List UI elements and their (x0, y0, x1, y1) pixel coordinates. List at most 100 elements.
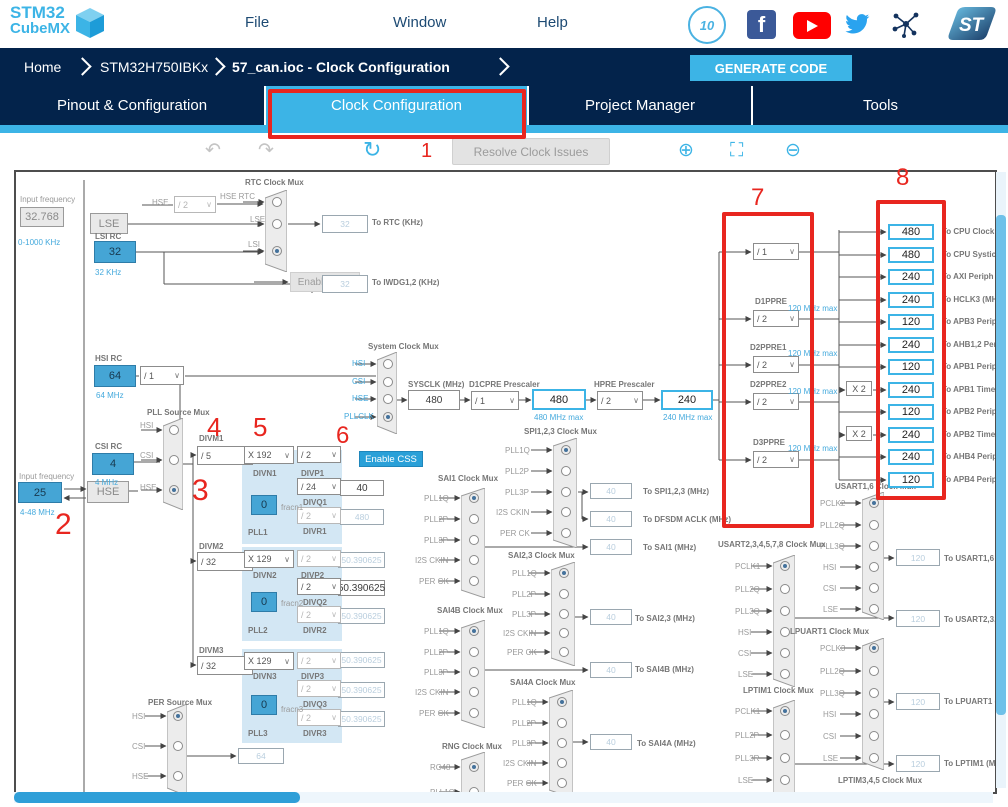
undo-icon[interactable]: ↶ (205, 141, 221, 160)
breadcrumb-item[interactable]: 57_can.ioc - Clock Configuration (232, 59, 450, 75)
tab-project-manager[interactable]: Project Manager (529, 86, 751, 125)
sai4b-clock-mux-option[interactable] (469, 708, 479, 718)
sai1-freq[interactable]: 40 (590, 539, 632, 555)
sai4b-clock-mux-option[interactable] (469, 626, 479, 636)
sai4b-clock-mux-option[interactable] (469, 647, 479, 657)
menu-help[interactable]: Help (537, 14, 568, 31)
redo-icon[interactable]: ↷ (258, 141, 274, 160)
fit-screen-icon[interactable]: ⛶ (730, 141, 743, 160)
spi123-clock-mux-option[interactable] (561, 445, 571, 455)
divp3-dropdown[interactable]: / 2 ∨ (297, 652, 341, 669)
ten-years-badge-icon[interactable]: 10 (688, 6, 726, 44)
divq3-out[interactable]: 50.390625 (338, 682, 385, 698)
system-clock-mux-option[interactable] (383, 412, 393, 422)
hpre-dropdown[interactable]: / 2 ∨ (597, 391, 643, 410)
sysclk-value[interactable]: 480 (408, 390, 460, 410)
system-clock-mux-option[interactable] (383, 377, 393, 387)
refresh-icon[interactable]: ↻ (363, 139, 381, 161)
lptim1-clock-mux-option[interactable] (780, 706, 790, 716)
usart2345678-clock-mux-option[interactable] (780, 627, 790, 637)
output-value-box[interactable]: 480 (888, 224, 934, 240)
st-logo-icon[interactable]: ST (936, 2, 1000, 46)
lpuart1-clock-mux-option[interactable] (869, 731, 879, 741)
breadcrumb-item[interactable]: Home (24, 59, 61, 75)
input-frequency-rtc[interactable]: 32.768 (20, 207, 64, 227)
rtc-hse-div-dropdown[interactable]: / 2 ∨ (174, 196, 216, 213)
lpuart1-clock-mux-option[interactable] (869, 643, 879, 653)
usart16-freq[interactable]: 120 (896, 549, 940, 566)
sai4b-clock-mux-option[interactable] (469, 667, 479, 677)
output-value-box[interactable]: 480 (888, 247, 934, 263)
twitter-icon[interactable] (842, 9, 874, 39)
enable-css-hse-button[interactable]: Enable CSS (359, 451, 423, 467)
sai4a-clock-mux-option[interactable] (557, 718, 567, 728)
per-source-mux-option[interactable] (173, 711, 183, 721)
hsi-div-dropdown[interactable]: / 1 ∨ (140, 366, 184, 385)
per-source-mux-option[interactable] (173, 741, 183, 751)
usart16-clock-mux-option[interactable] (869, 541, 879, 551)
d1cpre-out[interactable]: 480 (532, 389, 586, 410)
divr2-out[interactable]: 50.390625 (338, 608, 385, 624)
iwdg-freq[interactable]: 32 (322, 275, 368, 293)
divr2-dropdown[interactable]: / 2 ∨ (297, 606, 341, 623)
output-value-box[interactable]: 240 (888, 292, 934, 308)
output-value-box[interactable]: 240 (888, 449, 934, 465)
sai4a-clock-mux-option[interactable] (557, 738, 567, 748)
rtc-clock-mux-option[interactable] (272, 219, 282, 229)
sai23-clock-mux-option[interactable] (559, 609, 569, 619)
lsi-rc-value[interactable]: 32 (94, 241, 136, 263)
lpuart1-clock-mux-option[interactable] (869, 688, 879, 698)
apb2-timer-x2[interactable]: X 2 (846, 426, 872, 441)
per-source-mux-option[interactable] (173, 771, 183, 781)
sai1-clock-mux-option[interactable] (469, 576, 479, 586)
divn2-dropdown[interactable]: X 129 ∨ (244, 550, 294, 568)
divp1-dropdown[interactable]: / 2 ∨ (297, 446, 341, 463)
menu-window[interactable]: Window (393, 14, 446, 31)
usart2345678-clock-mux-option[interactable] (780, 606, 790, 616)
divq1-dropdown[interactable]: / 24 ∨ (297, 478, 341, 495)
usart2345678-clock-mux-option[interactable] (780, 648, 790, 658)
lpuart1-clock-mux-option[interactable] (869, 666, 879, 676)
fracn2-value[interactable]: 0 (251, 592, 277, 612)
spi123-clock-mux-option[interactable] (561, 507, 571, 517)
usart2345678-clock-mux-option[interactable] (780, 561, 790, 571)
facebook-icon[interactable]: f (747, 10, 776, 39)
sai23-clock-mux-option[interactable] (559, 568, 569, 578)
menu-file[interactable]: File (245, 14, 269, 31)
lptim1-clock-mux-option[interactable] (780, 753, 790, 763)
sai4a-clock-mux-option[interactable] (557, 697, 567, 707)
vertical-scrollbar-thumb[interactable] (996, 215, 1006, 715)
d1cpre-dropdown[interactable]: / 1 ∨ (471, 391, 519, 410)
traceclk-div-dropdown[interactable]: / 1 ∨ (753, 243, 799, 260)
lpuart1-clock-mux-option[interactable] (869, 753, 879, 763)
hsi-rc-value[interactable]: 64 (94, 365, 136, 387)
output-value-box[interactable]: 240 (888, 269, 934, 285)
usart16-clock-mux-option[interactable] (869, 498, 879, 508)
spi123-clock-mux-option[interactable] (561, 528, 571, 538)
usart2-freq[interactable]: 120 (896, 610, 940, 627)
csi-rc-value[interactable]: 4 (92, 453, 134, 475)
sai1-clock-mux-option[interactable] (469, 493, 479, 503)
lptim1-clock-mux-option[interactable] (780, 730, 790, 740)
sai1-clock-mux-option[interactable] (469, 535, 479, 545)
pll-source-mux-option[interactable] (169, 485, 179, 495)
divq1-out[interactable]: 40 (340, 480, 384, 496)
output-value-box[interactable]: 120 (888, 472, 934, 488)
usart2345678-clock-mux-option[interactable] (780, 669, 790, 679)
horizontal-scrollbar-thumb[interactable] (14, 792, 300, 803)
usart2345678-clock-mux-option[interactable] (780, 584, 790, 594)
dfsdm-freq[interactable]: 40 (590, 511, 632, 527)
system-clock-mux-option[interactable] (383, 394, 393, 404)
output-value-box[interactable]: 120 (888, 314, 934, 330)
sai4b-freq[interactable]: 40 (590, 662, 632, 678)
divp3-out[interactable]: 50.390625 (338, 652, 385, 668)
apb1-timer-x2[interactable]: X 2 (846, 381, 872, 396)
sai4b-clock-mux-option[interactable] (469, 687, 479, 697)
usart16-clock-mux-option[interactable] (869, 583, 879, 593)
per-ck-value[interactable]: 64 (238, 748, 284, 764)
pll-source-mux-option[interactable] (169, 425, 179, 435)
sai1-clock-mux-option[interactable] (469, 555, 479, 565)
hpre-out[interactable]: 240 (661, 390, 713, 410)
divr1-dropdown[interactable]: / 2 ∨ (297, 507, 341, 524)
sai4a-clock-mux-option[interactable] (557, 778, 567, 788)
